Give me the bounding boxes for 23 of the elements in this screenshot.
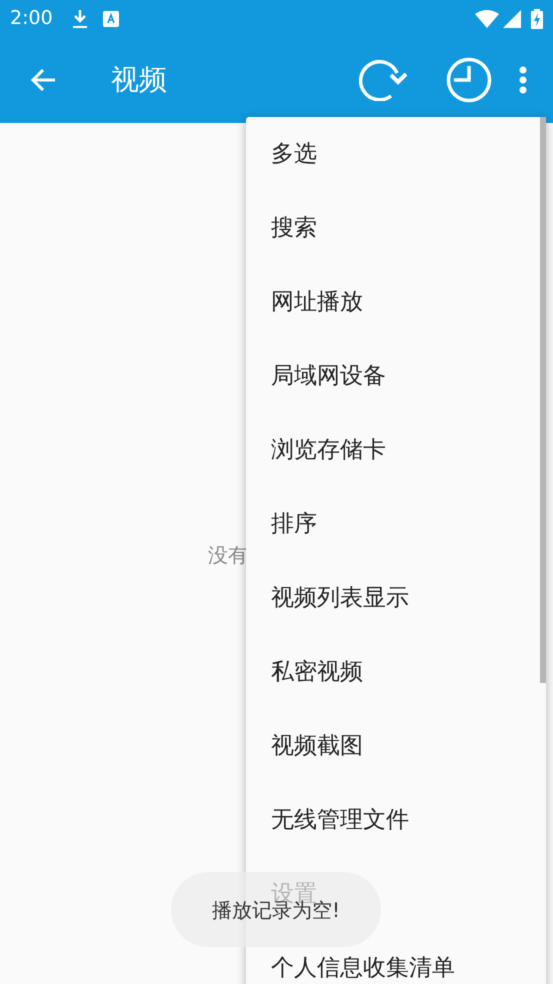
menu-item[interactable]: 排序 [246,487,540,561]
wifi-icon [475,10,499,28]
menu-item[interactable]: 个人信息收集清单 [246,931,540,984]
menu-item[interactable]: 搜索 [246,191,540,265]
app-bar-title: 视频 [111,62,167,98]
menu-item[interactable]: 局域网设备 [246,339,540,413]
battery-icon [531,8,543,28]
back-arrow-icon [30,68,56,92]
keyboard-icon [102,10,119,26]
more-icon [519,66,527,94]
status-time: 2:00 [10,6,53,32]
menu-item[interactable]: 多选 [246,117,540,191]
menu-item[interactable]: 浏览存储卡 [246,413,540,487]
menu-item[interactable]: 网址播放 [246,265,540,339]
signal-icon [503,10,521,28]
menu-item[interactable]: 视频截图 [246,709,540,783]
menu-item[interactable]: 无线管理文件 [246,783,540,857]
download-icon [70,8,89,28]
empty-message: 没有 [208,543,248,567]
menu-item[interactable]: 视频列表显示 [246,561,540,635]
clock-icon [446,57,492,103]
menu-item[interactable]: 私密视频 [246,635,540,709]
refresh-icon [359,59,407,101]
